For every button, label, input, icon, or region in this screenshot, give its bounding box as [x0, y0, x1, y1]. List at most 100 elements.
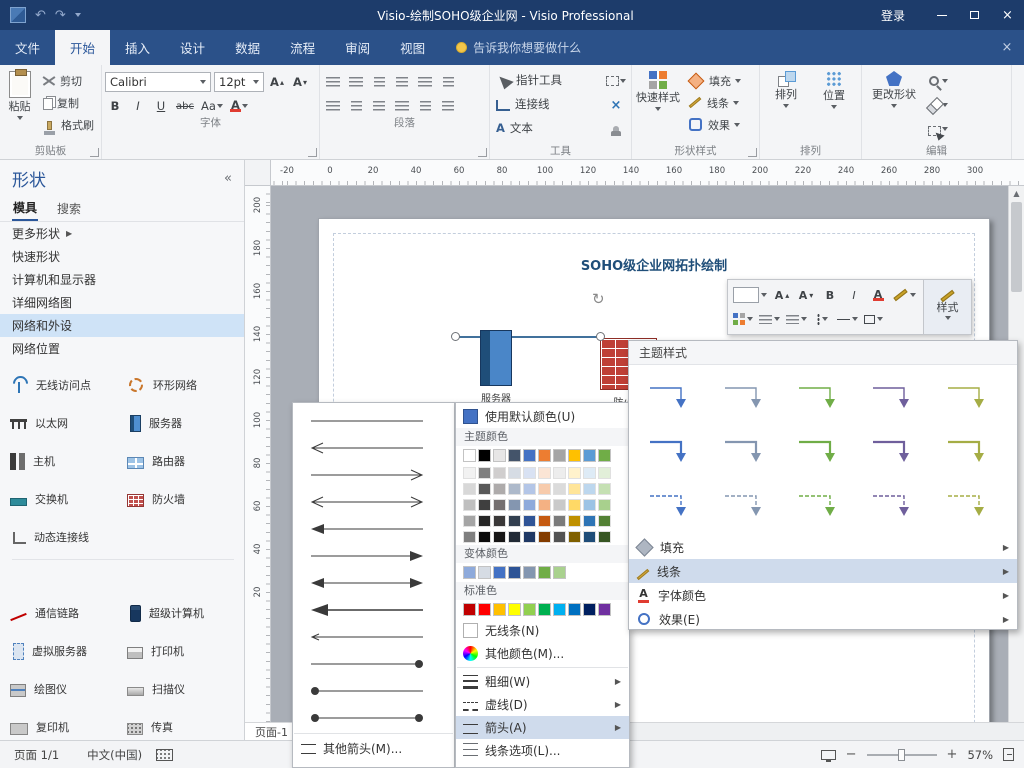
line-spacing-button[interactable]	[438, 96, 458, 116]
color-swatch[interactable]	[508, 603, 521, 616]
theme-style-option[interactable]	[937, 425, 1007, 475]
theme-style-option[interactable]	[639, 425, 709, 475]
shape-server[interactable]: 服务器	[127, 404, 244, 442]
color-swatch[interactable]	[583, 467, 596, 479]
qat-customize-icon[interactable]	[74, 13, 81, 17]
shape-fax[interactable]: 传真	[127, 708, 244, 740]
shape-scanner[interactable]: 扫描仪	[127, 670, 244, 708]
bullets-button[interactable]	[323, 72, 343, 92]
char-spacing-button[interactable]	[415, 72, 435, 92]
color-swatch[interactable]	[538, 499, 551, 511]
color-swatch[interactable]	[493, 566, 506, 579]
color-swatch[interactable]	[478, 483, 491, 495]
color-swatch[interactable]	[493, 515, 506, 527]
selection-handle-left[interactable]	[451, 332, 460, 341]
color-swatch[interactable]	[568, 603, 581, 616]
theme-style-option[interactable]	[788, 479, 858, 529]
color-swatch[interactable]	[583, 499, 596, 511]
zoom-in-button[interactable]: +	[947, 747, 958, 762]
style-gallery-button[interactable]: 样式	[923, 280, 971, 334]
valign-top-button[interactable]	[323, 96, 343, 116]
arrow-option-filled-left[interactable]	[293, 515, 454, 542]
valign-bottom-button[interactable]	[369, 96, 389, 116]
color-swatch[interactable]	[478, 449, 491, 462]
color-swatch[interactable]	[553, 531, 566, 543]
color-swatch[interactable]	[508, 566, 521, 579]
color-swatch[interactable]	[523, 531, 536, 543]
zoom-out-button[interactable]: −	[846, 747, 857, 762]
weight-item[interactable]: 粗细(W) ▶	[456, 670, 629, 693]
theme-style-option[interactable]	[714, 425, 784, 475]
change-case-button[interactable]: Aa	[199, 96, 225, 116]
zoom-slider-thumb[interactable]	[898, 748, 906, 761]
color-swatch[interactable]	[508, 515, 521, 527]
paragraph-dialog-launcher-icon[interactable]	[478, 148, 487, 157]
rectangle-tool-button[interactable]	[604, 70, 628, 92]
color-swatch[interactable]	[493, 449, 506, 462]
tab-view[interactable]: 视图	[385, 30, 440, 65]
tab-process[interactable]: 流程	[275, 30, 330, 65]
color-swatch[interactable]	[568, 467, 581, 479]
color-swatch[interactable]	[538, 531, 551, 543]
theme-style-option[interactable]	[937, 479, 1007, 529]
color-swatch[interactable]	[463, 515, 476, 527]
arrow-option-filled-left-large[interactable]	[293, 596, 454, 623]
shape-firewall[interactable]: 防火墙	[127, 480, 244, 518]
color-swatch[interactable]	[598, 499, 611, 511]
presentation-mode-icon[interactable]	[820, 749, 836, 762]
flyout-font-color-item[interactable]: A 字体颜色 ▶	[629, 583, 1017, 607]
arrow-option-filled-right[interactable]	[293, 542, 454, 569]
color-swatch[interactable]	[583, 531, 596, 543]
color-swatch[interactable]	[523, 499, 536, 511]
rotation-handle-icon[interactable]: ↻	[592, 290, 605, 308]
mini-line-color-button[interactable]	[891, 284, 918, 306]
minimize-button[interactable]	[925, 0, 958, 30]
find-button[interactable]	[925, 70, 950, 92]
flyout-fill-item[interactable]: 填充 ▶	[629, 535, 1017, 559]
login-button[interactable]: 登录	[861, 7, 925, 24]
stamp-tool-button[interactable]	[604, 118, 628, 140]
color-swatch[interactable]	[583, 603, 596, 616]
color-swatch[interactable]	[568, 483, 581, 495]
color-swatch[interactable]	[553, 515, 566, 527]
tab-search[interactable]: 搜索	[56, 197, 82, 220]
align-left-button[interactable]	[346, 72, 366, 92]
mini-grow-font-button[interactable]: A ▴	[771, 284, 793, 306]
arrow-option-open-left-small[interactable]	[293, 623, 454, 650]
connector-shape[interactable]	[455, 336, 601, 338]
shape-styles-dialog-launcher-icon[interactable]	[748, 148, 757, 157]
page-indicator[interactable]: 页面 1/1	[0, 747, 73, 763]
more-arrows-item[interactable]: 其他箭头(M)...	[293, 736, 454, 760]
shape-wireless-access-point[interactable]: 无线访问点	[10, 366, 127, 404]
italic-button[interactable]: I	[128, 96, 148, 116]
arrow-option-line-plain[interactable]	[293, 407, 454, 434]
color-swatch[interactable]	[523, 566, 536, 579]
shape-supercomputer[interactable]: 超级计算机	[127, 594, 244, 632]
grow-font-button[interactable]: A ▴	[267, 72, 287, 92]
align-right-button[interactable]	[392, 72, 412, 92]
shape-switch[interactable]: 交换机	[10, 480, 127, 518]
color-swatch[interactable]	[568, 449, 581, 462]
select-button[interactable]	[925, 118, 950, 140]
maximize-button[interactable]	[958, 0, 991, 30]
shape-ethernet[interactable]: 以太网	[10, 404, 127, 442]
color-swatch[interactable]	[523, 449, 536, 462]
color-swatch[interactable]	[598, 467, 611, 479]
mini-bullets-button[interactable]	[784, 308, 809, 330]
text-tool-button[interactable]: A 文本	[493, 116, 602, 140]
stencil-quick-shapes[interactable]: 快速形状	[0, 245, 244, 268]
color-swatch[interactable]	[598, 483, 611, 495]
effects-button[interactable]: 效果	[683, 114, 745, 135]
color-swatch[interactable]	[508, 531, 521, 543]
bold-button[interactable]: B	[105, 96, 125, 116]
arrow-option-dot-left[interactable]	[293, 677, 454, 704]
font-size-select[interactable]: 12pt	[214, 72, 264, 92]
copy-button[interactable]: 复制	[38, 92, 98, 113]
color-swatch[interactable]	[463, 467, 476, 479]
shape-plotter[interactable]: 绘图仪	[10, 670, 127, 708]
color-swatch[interactable]	[538, 566, 551, 579]
server-shape[interactable]	[480, 330, 512, 386]
shape-comm-link[interactable]: 通信链路	[10, 594, 127, 632]
scrollbar-thumb[interactable]	[1011, 202, 1022, 292]
color-swatch[interactable]	[538, 515, 551, 527]
